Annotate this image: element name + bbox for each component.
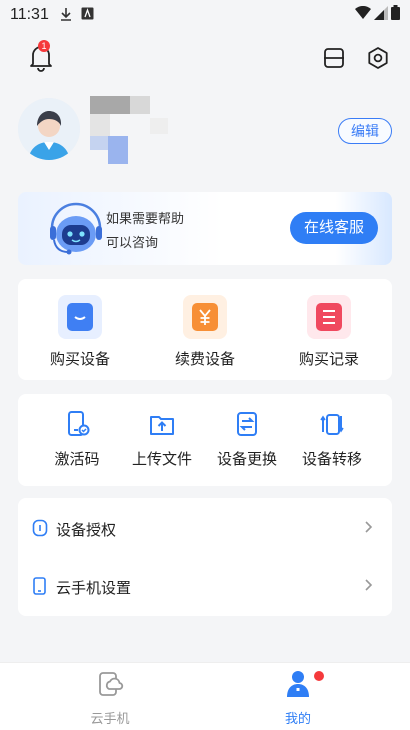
device-replace-label: 设备更换 [216,451,277,468]
authorization-icon [32,519,48,537]
tab-label-cloud-phone: 云手机 [90,711,130,726]
purchase-card: 购买设备 续费设备 购买记录 [18,279,392,380]
purchase-records-label: 购买记录 [298,351,359,368]
menu-label-cloud-phone-settings: 云手机设置 [56,580,132,597]
scan-icon[interactable] [322,46,346,70]
purchase-records-button[interactable]: 购买记录 [284,295,374,369]
renew-device-label: 续费设备 [174,351,235,368]
tools-card: 激活码 上传文件 设备更换 设备转移 [18,394,392,486]
battery-icon [391,5,400,25]
cloud-phone-icon [99,672,124,696]
upload-file-button[interactable]: 上传文件 [120,410,204,469]
avatar[interactable] [18,98,80,160]
buy-device-label: 购买设备 [49,351,110,368]
device-replace-button[interactable]: 设备更换 [205,410,289,469]
tab-mine[interactable]: 我的 [238,669,358,727]
activation-code-icon [68,411,90,436]
chevron-right-icon [365,521,373,533]
bottom-tab-bar: 云手机 我的 [0,662,410,730]
device-transfer-icon [320,414,344,435]
status-bar: 11:31 [0,0,410,30]
purchase-records-icon [307,295,351,339]
help-text-line1: 如果需要帮助 [106,211,185,226]
menu-label-device-authorization: 设备授权 [56,522,117,539]
renew-device-icon [183,295,227,339]
menu-card: 设备授权 云手机设置 [18,498,392,616]
wifi-icon [355,5,371,25]
device-transfer-label: 设备转移 [301,451,362,468]
activation-code-button[interactable]: 激活码 [35,410,119,469]
status-time: 11:31 [10,6,49,23]
help-text-line2: 可以咨询 [106,235,159,250]
tab-notification-dot [314,671,324,681]
menu-item-cloud-phone-settings[interactable]: 云手机设置 [18,558,392,614]
notification-badge: 1 [38,40,50,52]
app-notification-icon [81,7,94,23]
customer-service-robot-icon [32,200,108,260]
device-transfer-button[interactable]: 设备转移 [290,410,374,469]
upload-file-label: 上传文件 [131,451,192,468]
activation-code-label: 激活码 [54,451,100,468]
tab-label-mine: 我的 [284,711,311,726]
username-redacted [88,96,170,164]
phone-settings-icon [33,577,46,595]
help-card: 如果需要帮助 可以咨询 在线客服 [18,192,392,265]
edit-profile-button[interactable]: 编辑 [338,118,392,144]
chevron-right-icon [365,579,373,591]
profile-person-icon [287,671,309,697]
settings-icon[interactable] [366,46,390,70]
buy-device-icon [58,295,102,339]
download-icon [59,7,73,24]
profile-section: 编辑 [0,96,410,176]
device-replace-icon [237,412,257,436]
renew-device-button[interactable]: 续费设备 [160,295,250,369]
signal-icon [374,5,388,25]
header: 1 [0,36,410,82]
online-customer-service-button[interactable]: 在线客服 [290,212,378,244]
upload-file-icon [150,416,174,435]
buy-device-button[interactable]: 购买设备 [35,295,125,369]
menu-item-device-authorization[interactable]: 设备授权 [18,500,392,556]
tab-cloud-phone[interactable]: 云手机 [50,669,170,727]
